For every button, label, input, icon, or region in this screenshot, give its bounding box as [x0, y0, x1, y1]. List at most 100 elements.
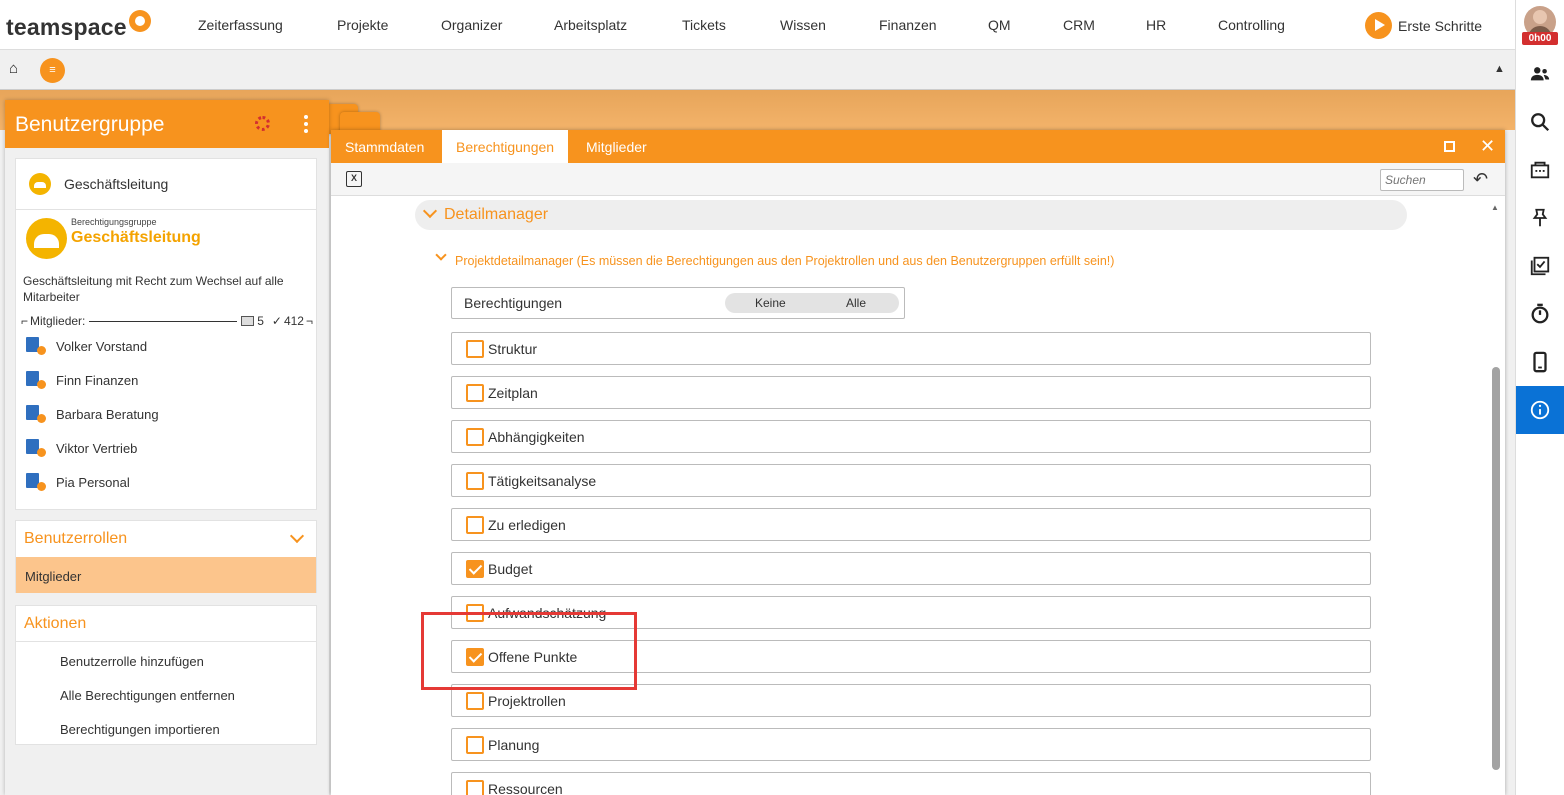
nav-tickets[interactable]: Tickets — [682, 17, 726, 33]
aktionen-title: Aktionen — [24, 615, 87, 632]
detailmanager-section[interactable]: Detailmanager — [415, 200, 1407, 230]
stopwatch-icon[interactable] — [1528, 302, 1552, 326]
chevron-down-icon[interactable] — [435, 249, 447, 261]
tab-mitglieder[interactable]: Mitglieder — [572, 130, 661, 163]
nav-controlling[interactable]: Controlling — [1218, 17, 1285, 33]
permission-label: Abhängigkeiten — [488, 429, 585, 445]
erste-schritte-button[interactable]: Erste Schritte — [1365, 12, 1482, 39]
permission-label: Projektrollen — [488, 693, 566, 709]
permissions-header: Berechtigungen Keine Alle — [451, 287, 905, 319]
home-icon[interactable]: ⌂ — [9, 60, 18, 77]
permission-checkbox[interactable] — [466, 516, 484, 534]
permission-row[interactable]: Zeitplan — [451, 376, 1371, 409]
permission-label: Planung — [488, 737, 540, 753]
close-icon[interactable]: ✕ — [1480, 136, 1495, 157]
aktionen-card: Aktionen Benutzerrolle hinzufügen Alle B… — [15, 605, 317, 745]
nav-crm[interactable]: CRM — [1063, 17, 1095, 33]
divider — [16, 641, 316, 642]
teamspace-logo[interactable]: teamspace — [6, 10, 151, 41]
permission-row[interactable]: Abhängigkeiten — [451, 420, 1371, 453]
group-name: Geschäftsleitung — [64, 176, 169, 192]
member-item[interactable]: Barbara Beratung — [26, 405, 159, 423]
permission-checkbox[interactable] — [466, 780, 484, 795]
fullscreen-icon[interactable] — [1444, 141, 1455, 152]
tasks-icon[interactable] — [1528, 254, 1552, 278]
permission-row[interactable]: Tätigkeitsanalyse — [451, 464, 1371, 497]
tab-stammdaten[interactable]: Stammdaten — [331, 130, 438, 163]
permission-row[interactable]: Zu erledigen — [451, 508, 1371, 541]
top-navigation: teamspace Zeiterfassung Projekte Organiz… — [0, 0, 1515, 50]
collapse-arrow-icon[interactable]: ▲ — [1494, 63, 1505, 75]
permissions-header-label: Berechtigungen — [464, 295, 563, 311]
permission-checkbox[interactable] — [466, 736, 484, 754]
nav-hr[interactable]: HR — [1146, 17, 1166, 33]
permission-checkbox[interactable] — [466, 428, 484, 446]
tab-berechtigungen[interactable]: Berechtigungen — [442, 130, 569, 163]
toggle-all[interactable]: Alle — [846, 296, 866, 310]
member-item[interactable]: Viktor Vertrieb — [26, 439, 137, 457]
permission-checkbox[interactable] — [466, 472, 484, 490]
chevron-down-icon[interactable] — [289, 528, 305, 544]
permission-checkbox[interactable] — [466, 692, 484, 710]
nav-arbeitsplatz[interactable]: Arbeitsplatz — [554, 17, 627, 33]
permission-checkbox[interactable] — [466, 384, 484, 402]
play-icon — [1365, 12, 1392, 39]
pin-icon[interactable] — [1528, 206, 1552, 230]
more-vertical-icon[interactable] — [304, 115, 308, 133]
group-title: Geschäftsleitung — [71, 229, 201, 246]
nav-zeiterfassung[interactable]: Zeiterfassung — [198, 17, 283, 33]
people-icon[interactable] — [1528, 62, 1552, 86]
user-card-icon — [26, 337, 48, 355]
highlight-box — [421, 612, 637, 690]
action-add-role[interactable]: Benutzerrolle hinzufügen — [60, 654, 204, 669]
permission-row[interactable]: Planung — [451, 728, 1371, 761]
action-import-permissions[interactable]: Berechtigungen importieren — [60, 722, 220, 737]
card-icon — [241, 316, 255, 326]
nav-projekte[interactable]: Projekte — [337, 17, 388, 33]
dialog-tabbar: Stammdaten Berechtigungen Mitglieder ✕ — [331, 130, 1505, 163]
nav-wissen[interactable]: Wissen — [780, 17, 826, 33]
info-icon[interactable] — [1528, 398, 1552, 422]
group-row[interactable]: Geschäftsleitung — [16, 159, 316, 210]
permission-row[interactable]: Budget — [451, 552, 1371, 585]
member-item[interactable]: Pia Personal — [26, 473, 130, 491]
permission-label: Budget — [488, 561, 533, 577]
group-large-icon — [26, 218, 67, 259]
action-remove-permissions[interactable]: Alle Berechtigungen entfernen — [60, 688, 235, 703]
logo-swirl-icon — [128, 10, 151, 32]
search-icon[interactable] — [1528, 110, 1552, 134]
excel-export-icon[interactable]: X — [346, 171, 362, 187]
permission-label: Struktur — [488, 341, 538, 357]
permission-checkbox[interactable] — [466, 560, 484, 578]
mobile-icon[interactable] — [1528, 350, 1552, 374]
member-item[interactable]: Volker Vorstand — [26, 337, 147, 355]
member-item[interactable]: Finn Finanzen — [26, 371, 138, 389]
benutzerrollen-title[interactable]: Benutzerrollen — [24, 530, 127, 548]
nav-qm[interactable]: QM — [988, 17, 1011, 33]
select-all-toggle[interactable]: Keine Alle — [725, 293, 899, 313]
scrollbar-thumb[interactable] — [1492, 367, 1500, 770]
gear-icon[interactable] — [255, 116, 270, 131]
user-card-icon — [26, 473, 48, 491]
search-input[interactable] — [1380, 169, 1464, 191]
benutzergruppe-panel: Benutzergruppe Geschäftsleitung Berechti… — [5, 100, 329, 795]
toggle-none[interactable]: Keine — [755, 296, 786, 310]
erste-schritte-label: Erste Schritte — [1398, 17, 1483, 34]
nav-organizer[interactable]: Organizer — [441, 17, 502, 33]
inbox-icon[interactable] — [1528, 158, 1552, 182]
scroll-up-arrow[interactable]: ▲ — [1491, 203, 1499, 212]
right-icon-bar: 0h00 — [1515, 0, 1564, 795]
permission-checkbox[interactable] — [466, 340, 484, 358]
permission-row[interactable]: Ressourcen — [451, 772, 1371, 795]
section-title: Detailmanager — [444, 206, 549, 223]
panel-title: Benutzergruppe — [15, 113, 165, 136]
subsection-title[interactable]: Projektdetailmanager (Es müssen die Bere… — [455, 254, 1114, 268]
permission-row[interactable]: Struktur — [451, 332, 1371, 365]
nav-finanzen[interactable]: Finanzen — [879, 17, 937, 33]
role-item-selected[interactable]: Mitglieder — [16, 557, 316, 593]
permission-label: Zu erledigen — [488, 517, 566, 533]
undo-icon[interactable]: ↶ — [1473, 169, 1488, 190]
chevron-down-icon — [422, 203, 438, 219]
group-description: Geschäftsleitung mit Recht zum Wechsel a… — [23, 274, 284, 304]
menu-icon[interactable]: ≡ — [40, 58, 65, 83]
